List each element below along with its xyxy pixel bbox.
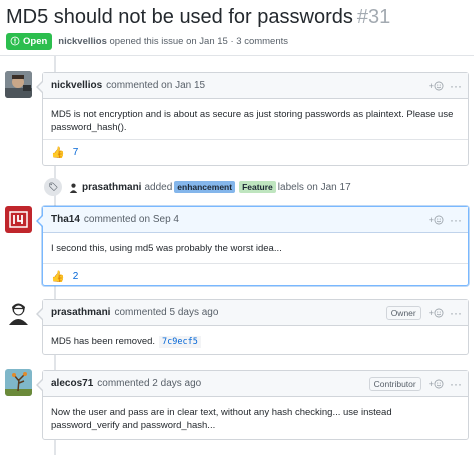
comment-body: MD5 has been removed. 7c9ecf5 (43, 326, 468, 359)
comment-actions: + ··· (425, 207, 462, 233)
kebab-dots-icon[interactable]: ··· (450, 307, 462, 319)
reaction-count: 7 (72, 147, 79, 158)
avatar-prasathmani-mini[interactable] (68, 181, 79, 193)
reaction-count: 2 (72, 271, 79, 282)
smiley-plus-icon[interactable]: + (429, 81, 444, 91)
comment-1: nickvellios commented on Jan 15 + ··· MD… (36, 72, 469, 166)
issue-author-link[interactable]: nickvellios (58, 36, 107, 47)
comment-header: alecos71 commented 2 days ago Contributo… (43, 371, 468, 397)
comment-reactions: 👍 2 (43, 263, 468, 289)
comment-time[interactable]: commented 2 days ago (97, 378, 201, 389)
issue-opened-icon (10, 36, 20, 46)
label-enhancement[interactable]: enhancement (174, 181, 236, 193)
comment-actions: Owner + ··· (385, 300, 462, 326)
avatar-tha14[interactable] (5, 206, 32, 233)
label-feature[interactable]: Feature (239, 181, 276, 193)
comment-header: Tha14 commented on Sep 4 + ··· (43, 207, 468, 233)
smiley-plus-icon[interactable]: + (429, 308, 444, 318)
issue-number: #31 (356, 6, 391, 28)
avatar-nickvellios[interactable] (5, 71, 32, 98)
comment-time[interactable]: commented on Sep 4 (84, 214, 179, 225)
kebab-dots-icon[interactable]: ··· (450, 80, 462, 92)
comment-actions: + ··· (425, 73, 462, 99)
owner-label: Owner (385, 306, 421, 320)
smiley-plus-icon[interactable]: + (429, 379, 444, 389)
event-action: added (144, 181, 173, 193)
label-event: prasathmani added enhancement Feature la… (44, 178, 351, 196)
comment-body: MD5 is not encryption and is about as se… (51, 109, 454, 133)
thumbs-up-reaction[interactable]: 👍 7 (51, 146, 78, 159)
comment-actions: Contributor + ··· (368, 371, 462, 397)
contributor-label: Contributor (368, 377, 421, 391)
event-actor[interactable]: prasathmani (82, 182, 141, 193)
comment-2: Tha14 commented on Sep 4 + ··· I second … (36, 206, 469, 289)
comment-time[interactable]: commented on Jan 15 (106, 80, 205, 91)
comment-author[interactable]: nickvellios (51, 80, 102, 91)
comment-text: MD5 has been removed. (51, 336, 156, 347)
issue-meta: nickvellios opened this issue on Jan 15 … (58, 36, 288, 47)
comment-4: alecos71 commented 2 days ago Contributo… (36, 370, 469, 440)
comment-author[interactable]: prasathmani (51, 307, 110, 318)
kebab-dots-icon[interactable]: ··· (450, 214, 462, 226)
state-label: Open (23, 35, 48, 47)
comment-header: prasathmani commented 5 days ago Owner +… (43, 300, 468, 326)
comment-body: I second this, using md5 was probably th… (51, 243, 282, 254)
issue-meta-text: opened this issue on Jan 15 · 3 comments (109, 35, 289, 47)
commit-sha-link[interactable]: 7c9ecf5 (159, 336, 201, 348)
comment-header: nickvellios commented on Jan 15 + ··· (43, 73, 468, 99)
event-suffix: labels on Jan 17 (277, 181, 351, 193)
thumbs-up-reaction[interactable]: 👍 2 (51, 270, 78, 283)
comment-author[interactable]: alecos71 (51, 378, 93, 389)
issue-title-row: MD5 should not be used for passwords #31 (6, 4, 390, 30)
comment-time[interactable]: commented 5 days ago (114, 307, 218, 318)
kebab-dots-icon[interactable]: ··· (450, 378, 462, 390)
smiley-plus-icon[interactable]: + (429, 215, 444, 225)
issue-subhead: Open nickvellios opened this issue on Ja… (6, 32, 288, 50)
thumbs-up-icon: 👍 (51, 147, 65, 159)
comment-3: prasathmani commented 5 days ago Owner +… (36, 299, 469, 355)
comment-reactions: 👍 7 (43, 139, 468, 165)
tag-icon (44, 178, 62, 196)
header-divider (0, 55, 474, 56)
thumbs-up-icon: 👍 (51, 271, 65, 283)
comment-author[interactable]: Tha14 (51, 214, 80, 225)
issue-title: MD5 should not be used for passwords (6, 6, 353, 28)
avatar-alecos71[interactable] (5, 369, 32, 396)
avatar-prasathmani[interactable] (5, 298, 32, 325)
state-badge: Open (6, 32, 53, 50)
comment-body: Now the user and pass are in clear text,… (51, 407, 392, 431)
